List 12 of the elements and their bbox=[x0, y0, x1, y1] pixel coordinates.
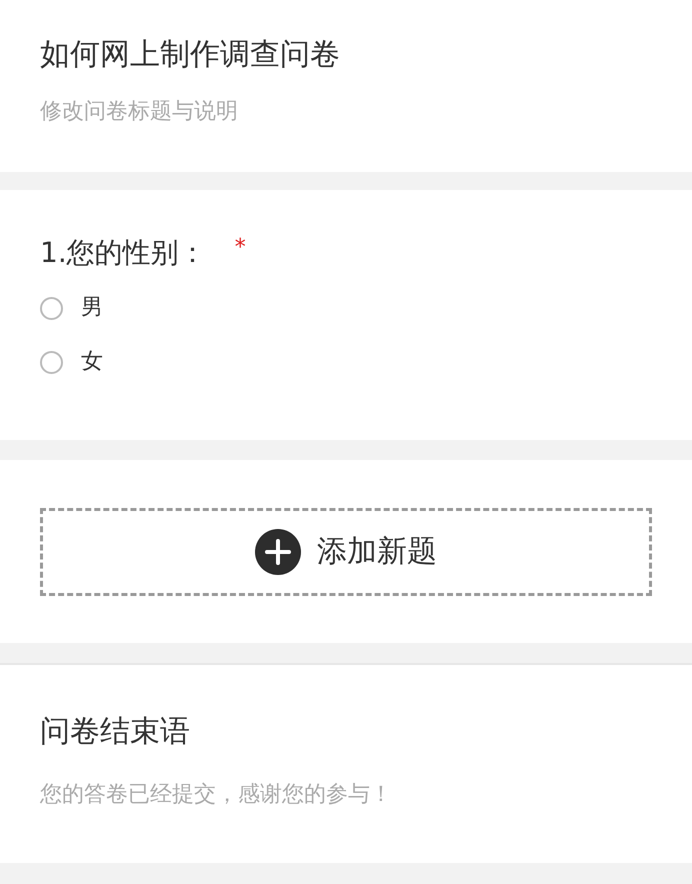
ending-message: 您的答卷已经提交，感谢您的参与！ bbox=[40, 781, 393, 809]
required-mark: * bbox=[234, 236, 246, 260]
question-label: 1.您的性别： bbox=[40, 236, 207, 270]
radio-button[interactable] bbox=[40, 296, 63, 320]
radio-option[interactable]: 女 bbox=[40, 348, 103, 376]
radio-option[interactable]: 男 bbox=[40, 294, 103, 322]
radio-button[interactable] bbox=[40, 350, 63, 374]
ending-title: 问卷结束语 bbox=[40, 713, 191, 751]
survey-description: 修改问卷标题与说明 bbox=[40, 98, 239, 126]
survey-title: 如何网上制作调查问卷 bbox=[40, 36, 341, 74]
add-question-button[interactable]: 添加新题 bbox=[40, 508, 652, 596]
plus-icon bbox=[255, 528, 301, 574]
